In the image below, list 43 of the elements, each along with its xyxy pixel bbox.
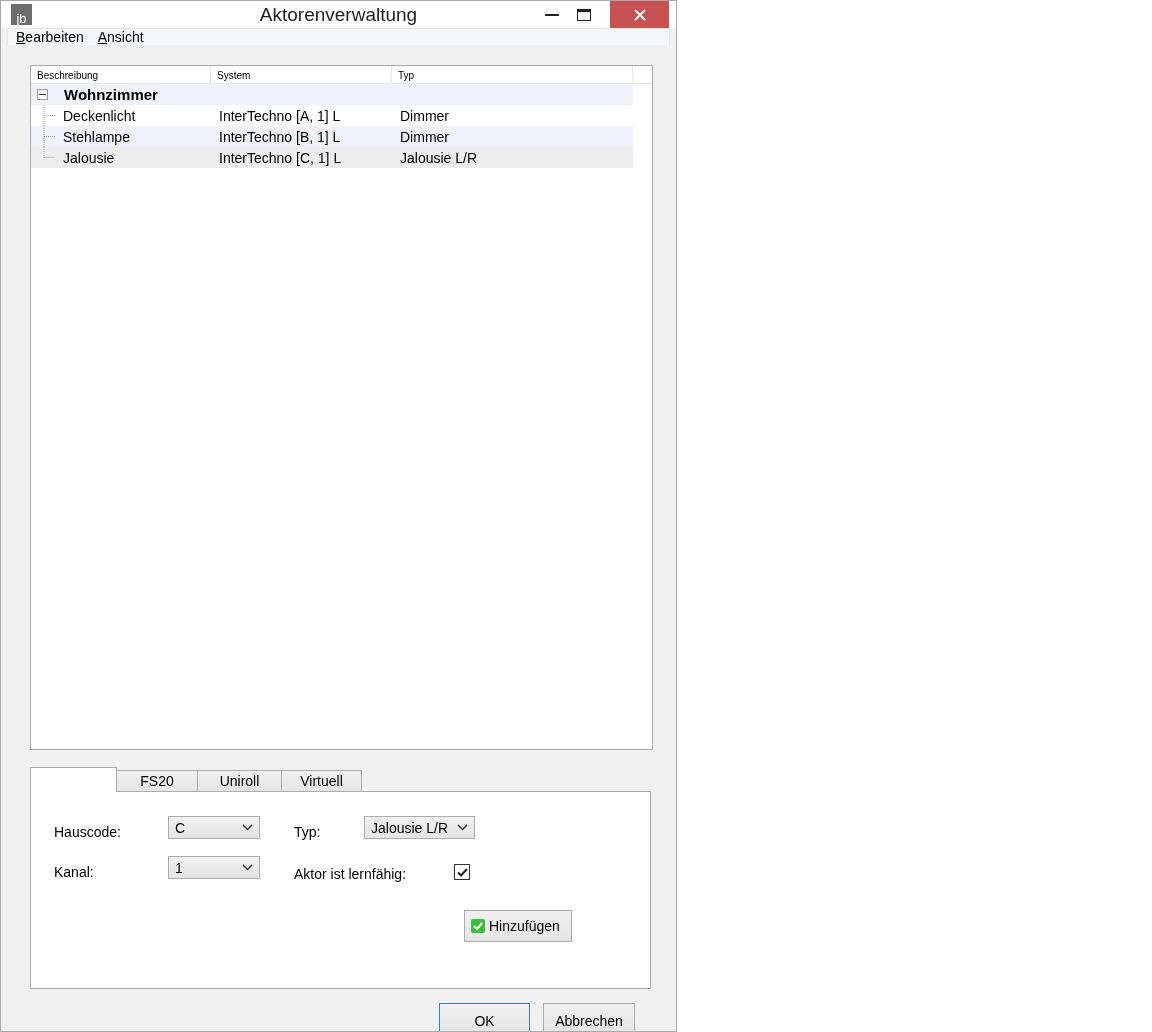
ok-button[interactable]: OK [439, 1003, 530, 1031]
app-icon: jb [11, 4, 32, 25]
tree-connector [43, 105, 55, 126]
group-row[interactable]: Wohnzimmer [31, 84, 633, 105]
field-label: Typ: [294, 823, 322, 840]
group-label: Wohnzimmer [63, 86, 158, 103]
dropdown[interactable]: Jalousie L/R [364, 816, 475, 839]
field-label: Hauscode: [54, 823, 122, 840]
close-button[interactable] [610, 1, 669, 28]
minus-icon [39, 91, 46, 98]
tree-row[interactable]: Stehlampe InterTechno [B, 1] L Dimmer [31, 126, 633, 147]
checkmark-icon [456, 867, 468, 877]
field-label: Aktor ist lernfähig: [294, 865, 407, 882]
table-cell-text: InterTechno [B, 1] L [218, 128, 342, 145]
maximize-icon [577, 8, 591, 21]
table-cell-text: InterTechno [A, 1] L [218, 107, 342, 124]
tree-row[interactable]: Jalousie InterTechno [C, 1] L Jalousie L/R [31, 147, 633, 168]
table-cell-text: Dimmer [399, 128, 450, 145]
collapse-toggle[interactable] [37, 89, 48, 100]
cancel-button[interactable]: Abbrechen [543, 1003, 635, 1031]
tab[interactable]: Virtuell [281, 770, 362, 792]
table-cell-text: Stehlampe [62, 128, 130, 145]
close-icon [633, 8, 646, 21]
tab[interactable]: Uniroll [197, 770, 282, 792]
tab[interactable]: FS20 [116, 770, 198, 792]
table-cell-text: Dimmer [399, 107, 450, 124]
dropdown[interactable]: C [168, 816, 260, 839]
window-title: Aktorenverwaltung [259, 3, 418, 26]
table-cell-text: Deckenlicht [62, 107, 136, 124]
menu-item[interactable]: Bearbeiten [16, 29, 84, 45]
chevron-down-icon [242, 864, 253, 871]
checkbox[interactable] [454, 864, 471, 880]
chevron-down-icon [457, 824, 468, 831]
table-cell-text: Jalousie L/R [399, 149, 479, 166]
table-cell-text: Jalousie [62, 149, 115, 166]
minimize-icon [545, 13, 559, 16]
chevron-down-icon [242, 824, 253, 831]
add-button[interactable]: Hinzufügen [464, 910, 572, 942]
field-label: Kanal: [54, 863, 95, 880]
table-cell-text: InterTechno [C, 1] L [218, 149, 343, 166]
checkmark-icon [471, 919, 485, 933]
dropdown[interactable]: 1 [168, 856, 260, 879]
menu-item[interactable]: Ansicht [97, 29, 144, 45]
